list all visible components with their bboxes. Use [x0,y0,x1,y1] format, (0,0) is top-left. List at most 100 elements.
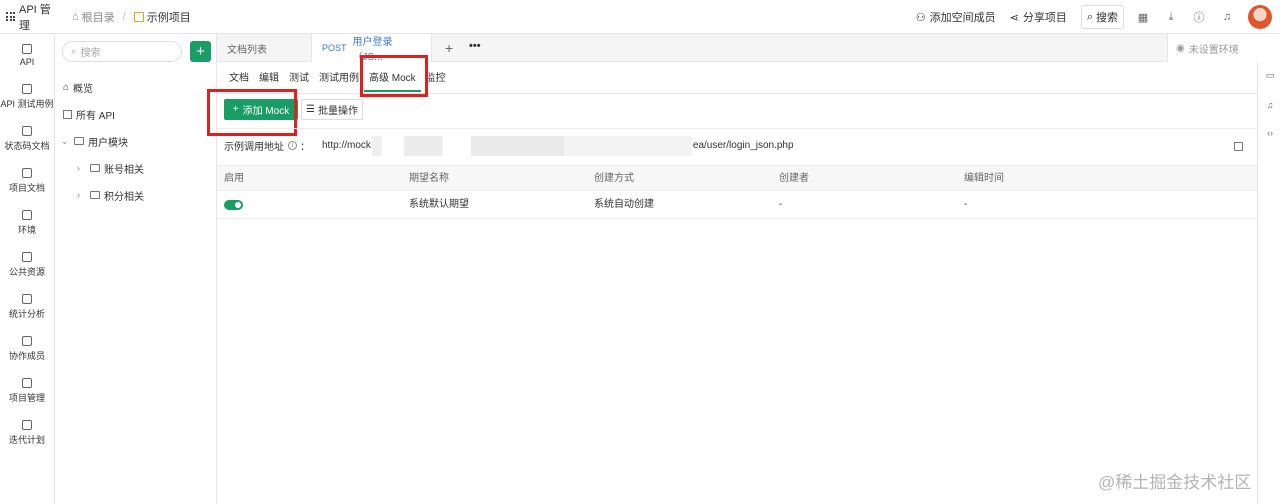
api-tree-panel: ⌕ 搜索 + ⌂ 概览 所有 API ⌄ 用户模块 › 账号相关 › 积分相关 [55,34,217,504]
share-icon: ⋖ [1009,11,1019,24]
nav-item-label: API 测试用例 [0,99,54,109]
search-button[interactable]: ⌕ 搜索 [1080,5,1124,29]
nav-item-label: 迭代计划 [8,435,45,445]
enable-toggle[interactable] [224,200,243,210]
resource-icon [22,252,32,262]
url-colon: ： [300,142,310,153]
nav-item-6[interactable]: 统计分析 [0,286,54,328]
tree-search-input[interactable]: ⌕ 搜索 [62,41,182,62]
creator: - [779,199,783,210]
grid-icon [6,12,15,21]
url-prefix[interactable]: http://mock [322,140,371,151]
left-nav: API API 测试用例 状态码文档项目文档环境公共资源统计分析协作成员项目管理迭代… [0,34,55,504]
breadcrumb-current[interactable]: 示例项目 [133,9,191,25]
nav-item-label: 环境 [17,225,36,235]
status-code-icon [22,126,32,136]
url-suffix[interactable]: ea/user/login_json.php [693,140,794,151]
tree-folder-points[interactable]: › 积分相关 [55,185,217,205]
watermark: @稀土掘金技术社区 [1098,473,1252,492]
nav-item-label: 统计分析 [8,309,45,319]
download-icon[interactable]: ⤓ [1164,10,1178,24]
members-icon [22,336,32,346]
tree-folder-label: 积分相关 [104,191,144,203]
tree-add-button[interactable]: + [190,41,211,62]
edit-time: - [964,199,968,210]
share-button[interactable]: ⋖ 分享项目 [1010,9,1067,25]
folder-icon [74,137,84,145]
info-icon[interactable]: i [288,141,297,150]
chevron-right-icon: › [77,163,80,173]
subtab-3[interactable]: 测试用例 [314,72,364,92]
search-icon: ⌕ [71,46,77,57]
copy-icon[interactable] [1234,142,1243,151]
env-icon [22,210,32,220]
code-icon[interactable]: ‹› [1265,128,1275,138]
stats-icon [22,294,32,304]
nav-item-label: API [19,56,35,67]
tree-folder-user-module[interactable]: ⌄ 用户模块 [55,131,217,151]
expectation-name[interactable]: 系统默认期望 [409,191,469,219]
top-bar: API 管理 ⌂ 根目录 / 示例项目 ⚇ 添加空间成员 ⋖ 分享项目 ⌕ 搜索… [0,0,1280,34]
highlight-box-mock-tab [360,55,428,97]
tab-doc-list[interactable]: 文档列表 [217,34,312,62]
nav-item-5[interactable]: 公共资源 [0,244,54,286]
breadcrumb-root[interactable]: ⌂ 根目录 [72,9,115,25]
batch-label: 批量操作 [317,106,358,117]
bell-icon[interactable]: ♫ [1220,10,1234,24]
app-title[interactable]: API 管理 [0,1,60,33]
share-label: 分享项目 [1022,12,1067,24]
nav-item-label: 协作成员 [8,351,45,361]
nav-item-4[interactable]: 环境 [0,202,54,244]
main-panel: 文档列表 POST 用户登录（JS... + ••• ◉ 未设置环境 文档 编辑测… [207,34,1257,504]
project-doc-icon [22,168,32,178]
url-redacted [371,135,692,156]
env-select[interactable]: ◉ 未设置环境 [1167,34,1257,62]
column-header-creator: 创建者 [779,173,809,184]
nav-item-7[interactable]: 协作成员 [0,328,54,370]
breadcrumb-root-label: 根目录 [81,11,115,24]
column-header-method: 创建方式 [594,173,634,184]
table-header: 启用 期望名称 创建方式 创建者 编辑时间 [217,165,1257,191]
folder-icon [90,191,100,199]
method-badge: POST [322,43,347,53]
tree-folder-label: 用户模块 [88,137,128,149]
batch-action-button[interactable]: ☰ 批量操作 [301,99,363,120]
breadcrumb: ⌂ 根目录 / 示例项目 [72,9,191,25]
more-tabs-button[interactable]: ••• [469,40,481,52]
settings-icon [22,378,32,388]
bell-icon[interactable]: ♫ [1265,100,1275,110]
nav-item-0[interactable]: API [0,34,54,76]
new-tab-button[interactable]: + [445,40,453,56]
tab-label: 文档列表 [227,44,267,56]
nav-item-2[interactable]: 状态码文档 [0,118,54,160]
column-header-enabled: 启用 [224,173,244,184]
plan-icon [22,420,32,430]
column-header-name: 期望名称 [409,173,449,184]
tree-item-all-api[interactable]: 所有 API [55,104,217,124]
calendar-icon[interactable]: ▦ [1136,10,1150,24]
comment-icon[interactable]: ▭ [1265,70,1275,80]
tree-item-overview[interactable]: ⌂ 概览 [55,77,217,97]
api-icon [22,43,32,54]
add-member-label: 添加空间成员 [929,12,996,24]
nav-item-label: 状态码文档 [4,141,50,151]
mock-url-row: 示例调用地址 i ： http://mock ea/user/login_jso… [217,128,1257,162]
nav-item-3[interactable]: 项目文档 [0,160,54,202]
nav-item-label: 项目文档 [8,183,45,193]
search-label: 搜索 [1096,12,1118,24]
chevron-down-icon: ⌄ [61,135,69,146]
chevron-right-icon: › [77,190,80,200]
nav-item-8[interactable]: 项目管理 [0,370,54,412]
tree-folder-account[interactable]: › 账号相关 [55,158,217,178]
nav-item-label: 公共资源 [8,267,45,277]
help-icon[interactable]: ⓘ [1192,10,1206,24]
nav-item-9[interactable]: 迭代计划 [0,412,54,454]
eye-icon: ◉ [1176,42,1185,54]
nav-item-1[interactable]: API 测试用例 [0,76,54,118]
tree-folder-label: 账号相关 [104,164,144,176]
top-right-actions: ⚇ 添加空间成员 ⋖ 分享项目 ⌕ 搜索 ▦ ⤓ ⓘ ♫ [916,0,1280,34]
avatar[interactable] [1248,5,1272,29]
tree-item-label: 概览 [73,83,94,95]
gift-icon [133,11,144,22]
add-member-button[interactable]: ⚇ 添加空间成员 [916,9,996,25]
